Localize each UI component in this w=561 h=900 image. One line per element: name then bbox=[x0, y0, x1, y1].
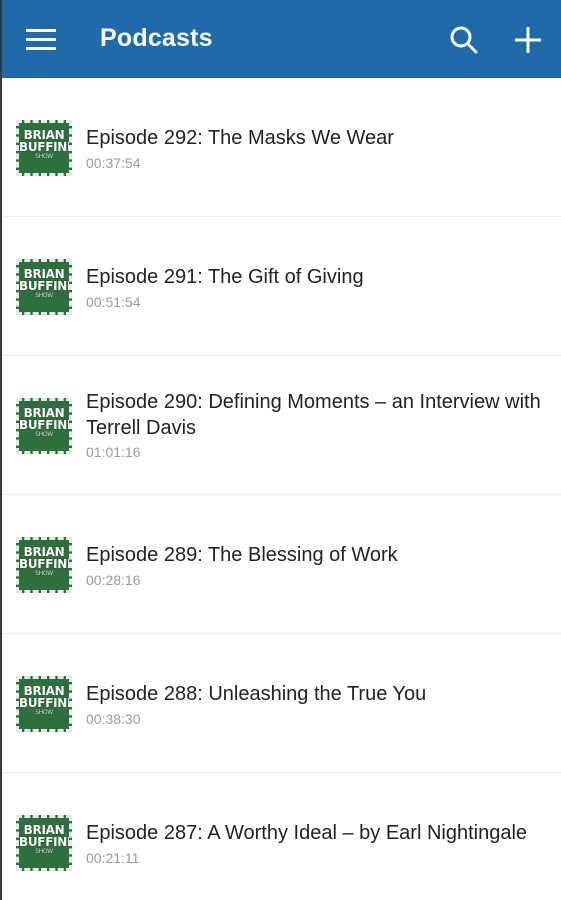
podcast-logo: BRIAN BUFFINI SHOW bbox=[19, 129, 69, 161]
menu-icon-bar bbox=[26, 47, 56, 50]
logo-subtext: SHOW bbox=[35, 431, 53, 438]
podcast-logo: BRIAN BUFFINI SHOW bbox=[19, 268, 69, 300]
logo-text: BRIAN BUFFINI bbox=[19, 545, 72, 571]
logo-text: BRIAN BUFFINI bbox=[19, 684, 72, 710]
episode-title: Episode 289: The Blessing of Work bbox=[86, 544, 398, 566]
podcast-thumbnail: BRIAN BUFFINI SHOW bbox=[16, 398, 72, 454]
episode-row[interactable]: BRIAN BUFFINI SHOW Episode 291: The Gift… bbox=[2, 217, 561, 356]
app-bar: Podcasts bbox=[2, 0, 561, 78]
episode-title: Episode 290: Defining Moments – an Inter… bbox=[86, 391, 541, 439]
episode-row[interactable]: BRIAN BUFFINI SHOW Episode 292: The Mask… bbox=[2, 78, 561, 217]
episode-title: Episode 288: Unleashing the True You bbox=[86, 683, 427, 705]
episode-title: Episode 292: The Masks We Wear bbox=[86, 127, 394, 149]
app-screen: Podcasts BRIAN BUFFINI SHOW Episode 292:… bbox=[0, 0, 561, 900]
episode-duration: 00:38:30 bbox=[86, 711, 141, 727]
logo-subtext: SHOW bbox=[35, 153, 53, 160]
menu-button[interactable] bbox=[16, 18, 64, 62]
episode-duration: 00:37:54 bbox=[86, 155, 141, 171]
logo-subtext: SHOW bbox=[35, 709, 53, 716]
podcast-logo: BRIAN BUFFINI SHOW bbox=[19, 407, 69, 439]
logo-text: BRIAN BUFFINI bbox=[19, 823, 72, 849]
logo-subtext: SHOW bbox=[35, 848, 53, 855]
podcast-logo: BRIAN BUFFINI SHOW bbox=[19, 824, 69, 856]
episode-title: Episode 287: A Worthy Ideal – by Earl Ni… bbox=[86, 822, 528, 844]
episode-row[interactable]: BRIAN BUFFINI SHOW Episode 290: Defining… bbox=[2, 356, 561, 495]
podcast-thumbnail: BRIAN BUFFINI SHOW bbox=[16, 537, 72, 593]
add-podcast-button[interactable] bbox=[508, 20, 548, 60]
menu-icon-bar bbox=[26, 29, 56, 32]
search-icon bbox=[450, 26, 478, 54]
podcast-thumbnail: BRIAN BUFFINI SHOW bbox=[16, 815, 72, 871]
menu-icon-bar bbox=[26, 38, 56, 41]
podcast-thumbnail: BRIAN BUFFINI SHOW bbox=[16, 676, 72, 732]
podcast-thumbnail: BRIAN BUFFINI SHOW bbox=[16, 120, 72, 176]
logo-text: BRIAN BUFFINI bbox=[19, 128, 72, 154]
episode-duration: 01:01:16 bbox=[86, 444, 141, 460]
podcast-thumbnail: BRIAN BUFFINI SHOW bbox=[16, 259, 72, 315]
search-button[interactable] bbox=[444, 20, 484, 60]
logo-subtext: SHOW bbox=[35, 292, 53, 299]
episode-row[interactable]: BRIAN BUFFINI SHOW Episode 287: A Worthy… bbox=[2, 773, 561, 900]
episode-duration: 00:51:54 bbox=[86, 294, 141, 310]
logo-text: BRIAN BUFFINI bbox=[19, 406, 72, 432]
episode-duration: 00:28:16 bbox=[86, 572, 141, 588]
episode-title: Episode 291: The Gift of Giving bbox=[86, 266, 364, 288]
page-title: Podcasts bbox=[100, 24, 213, 52]
podcast-logo: BRIAN BUFFINI SHOW bbox=[19, 685, 69, 717]
episode-duration: 00:21:11 bbox=[86, 850, 140, 866]
add-icon bbox=[515, 27, 541, 53]
logo-subtext: SHOW bbox=[35, 570, 53, 577]
episode-row[interactable]: BRIAN BUFFINI SHOW Episode 289: The Bles… bbox=[2, 495, 561, 634]
podcast-logo: BRIAN BUFFINI SHOW bbox=[19, 546, 69, 578]
logo-text: BRIAN BUFFINI bbox=[19, 267, 72, 293]
episode-row[interactable]: BRIAN BUFFINI SHOW Episode 288: Unleashi… bbox=[2, 634, 561, 773]
